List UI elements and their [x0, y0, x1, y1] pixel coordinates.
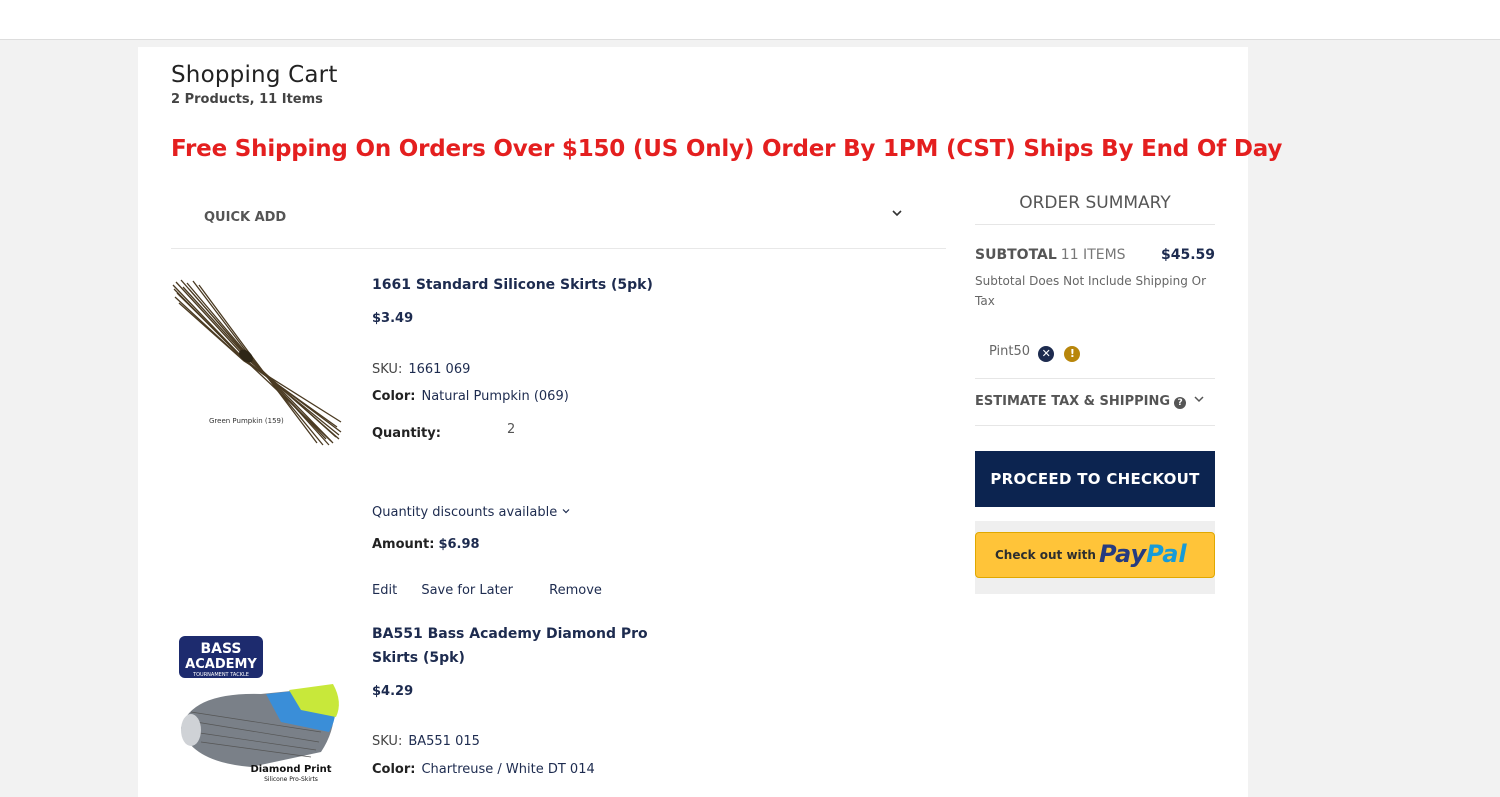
- order-summary-title: ORDER SUMMARY: [975, 187, 1215, 225]
- subtotal-items: 11 ITEMS: [1060, 247, 1126, 263]
- chevron-down-icon: [561, 505, 571, 520]
- order-summary: ORDER SUMMARY SUBTOTAL 11 ITEMS $45.59 Su…: [975, 187, 1215, 594]
- quantity-input[interactable]: 2: [507, 422, 515, 437]
- remove-coupon-icon[interactable]: ✕: [1038, 346, 1055, 362]
- subtotal-label: SUBTOTAL: [975, 247, 1057, 263]
- color-value: Chartreuse / White DT 014: [421, 762, 595, 777]
- item-actions: Edit Save for Later Remove: [372, 583, 602, 598]
- quantity-discounts-toggle[interactable]: Quantity discounts available: [372, 505, 571, 520]
- sku-row: SKU: BA551 015: [372, 734, 480, 749]
- edit-link[interactable]: Edit: [372, 583, 397, 598]
- paypal-logo: PayPal: [1099, 540, 1187, 568]
- product-image[interactable]: Green Pumpkin (159): [171, 277, 343, 449]
- amount-row: Amount: $6.98: [372, 537, 480, 552]
- remove-link[interactable]: Remove: [549, 583, 602, 598]
- amount-value: $6.98: [438, 537, 480, 552]
- logo-text: TOURNAMENT TACKLE: [192, 672, 249, 678]
- estimate-tax-shipping-toggle[interactable]: ESTIMATE TAX & SHIPPING?: [975, 378, 1215, 426]
- subtotal-note: Subtotal Does Not Include Shipping Or Ta…: [975, 274, 1206, 308]
- chevron-down-icon: [1193, 393, 1205, 409]
- paypal-checkout-button[interactable]: Check out with PayPal: [975, 532, 1215, 578]
- sku-value: BA551 015: [408, 734, 480, 749]
- logo-text: ACADEMY: [185, 657, 257, 672]
- warning-icon[interactable]: !: [1064, 346, 1081, 362]
- product-name-link[interactable]: BA551 Bass Academy Diamond Pro Skirts (5…: [372, 622, 662, 670]
- image-caption: Diamond Print: [250, 764, 331, 775]
- top-bar: [0, 0, 1500, 40]
- sku-label: SKU:: [372, 734, 403, 749]
- cart-count: 2 Products, 11 Items: [171, 92, 323, 107]
- sku-row: SKU: 1661 069: [372, 362, 470, 377]
- subtotal-amount: $45.59: [1160, 247, 1215, 263]
- color-label: Color:: [372, 389, 416, 404]
- chevron-down-icon: [891, 207, 903, 223]
- discount-label: Quantity discounts available: [372, 505, 558, 520]
- subtotal-row: SUBTOTAL 11 ITEMS $45.59: [975, 247, 1215, 263]
- image-caption: Silicone Pro-Skirts: [264, 776, 318, 783]
- cart-panel: Shopping Cart 2 Products, 11 Items Free …: [138, 47, 1282, 797]
- color-row: Color: Chartreuse / White DT 014: [372, 762, 595, 777]
- proceed-to-checkout-button[interactable]: PROCEED TO CHECKOUT: [975, 451, 1215, 507]
- estimate-label: ESTIMATE TAX & SHIPPING?: [975, 394, 1187, 409]
- coupon-code: Pint50: [989, 344, 1031, 359]
- save-for-later-link[interactable]: Save for Later: [421, 583, 513, 598]
- sku-label: SKU:: [372, 362, 403, 377]
- image-caption: Green Pumpkin (159): [209, 417, 284, 425]
- product-image[interactable]: BASS ACADEMY TOURNAMENT TACKLE Diamond P…: [171, 632, 343, 797]
- color-value: Natural Pumpkin (069): [421, 389, 569, 404]
- applied-coupon: Pint50 ✕ !: [989, 344, 1081, 362]
- paypal-container: Check out with PayPal: [975, 521, 1215, 594]
- quick-add-label: QUICK ADD: [204, 210, 287, 225]
- quantity-label: Quantity:: [372, 426, 441, 441]
- help-icon[interactable]: ?: [1174, 397, 1187, 409]
- logo-text: BASS: [200, 641, 241, 657]
- color-row: Color: Natural Pumpkin (069): [372, 389, 569, 404]
- quick-add-toggle[interactable]: QUICK ADD: [171, 193, 946, 249]
- paypal-text: Check out with: [995, 548, 1096, 562]
- page-title: Shopping Cart: [171, 62, 338, 88]
- color-label: Color:: [372, 762, 416, 777]
- product-price: $4.29: [372, 684, 414, 699]
- product-name-link[interactable]: 1661 Standard Silicone Skirts (5pk): [372, 273, 662, 297]
- free-shipping-banner: Free Shipping On Orders Over $150 (US On…: [171, 136, 1283, 162]
- product-price: $3.49: [372, 311, 414, 326]
- sku-value: 1661 069: [408, 362, 471, 377]
- amount-label: Amount:: [372, 537, 435, 552]
